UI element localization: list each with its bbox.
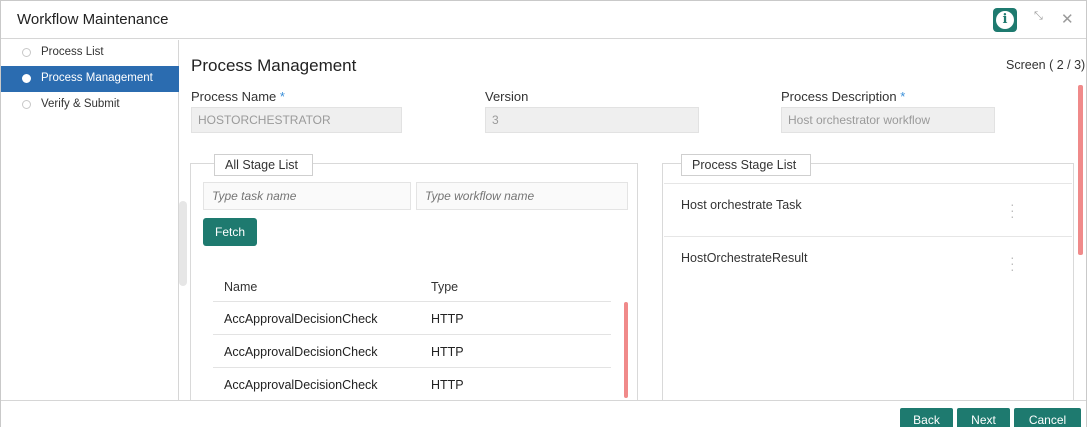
sidebar-item-process-management[interactable]: Process Management [1, 66, 179, 92]
main-content: Process Management Screen ( 2 / 3) Proce… [180, 40, 1086, 400]
list-item[interactable]: HostOrchestrateResult · · · [664, 236, 1072, 288]
row-type: HTTP [431, 312, 464, 326]
table-scrollbar[interactable] [624, 302, 628, 398]
step-dot-icon [22, 100, 31, 109]
row-name: AccApprovalDecisionCheck [224, 345, 378, 359]
all-stage-list-panel: All Stage List Fetch Name Type AccApprov… [190, 154, 638, 400]
row-name: AccApprovalDecisionCheck [224, 312, 378, 326]
info-icon-glyph: i [996, 11, 1014, 29]
footer: Back Next Cancel [1, 400, 1086, 427]
all-stage-list-legend: All Stage List [214, 154, 313, 176]
table-row[interactable]: AccApprovalDecisionCheck HTTP [213, 334, 611, 367]
row-name: AccApprovalDecisionCheck [224, 378, 378, 392]
sidebar-item-verify-submit[interactable]: Verify & Submit [1, 92, 179, 118]
screen-indicator: Screen ( 2 / 3) [1006, 58, 1086, 72]
row-type: HTTP [431, 378, 464, 392]
workflow-maintenance-window: Workflow Maintenance i ⤡ ✕ Process List … [0, 0, 1087, 427]
sidebar-item-label: Process List [41, 46, 104, 58]
title-bar: Workflow Maintenance i ⤡ ✕ [1, 1, 1086, 39]
fetch-button[interactable]: Fetch [203, 218, 257, 246]
column-header-type: Type [431, 280, 459, 294]
close-icon[interactable]: ✕ [1061, 10, 1074, 28]
kebab-menu-icon[interactable]: · · · [1010, 197, 1015, 223]
info-icon[interactable]: i [993, 8, 1017, 32]
required-marker: * [279, 89, 285, 104]
sidebar-item-label: Verify & Submit [41, 98, 120, 110]
process-stage-list-legend: Process Stage List [681, 154, 812, 176]
minimize-icon[interactable]: ⤡ [1034, 10, 1043, 23]
page-scrollbar[interactable] [1078, 85, 1083, 255]
process-description-label-text: Process Description [781, 89, 897, 104]
list-item[interactable]: Host orchestrate Task · · · [664, 183, 1072, 235]
process-name-label-text: Process Name [191, 89, 277, 104]
process-name-label: Process Name * [191, 89, 285, 104]
back-button[interactable]: Back [900, 408, 953, 427]
sidebar-item-label: Process Management [41, 72, 153, 84]
process-name-field[interactable] [191, 107, 402, 133]
sidebar-item-process-list[interactable]: Process List [1, 40, 179, 66]
process-description-field[interactable] [781, 107, 995, 133]
process-description-label: Process Description * [781, 89, 905, 104]
task-name-input[interactable] [203, 182, 411, 210]
step-dot-icon [22, 74, 31, 83]
cancel-button[interactable]: Cancel [1014, 408, 1081, 427]
version-field[interactable] [485, 107, 699, 133]
step-dot-icon [22, 48, 31, 57]
kebab-menu-icon[interactable]: · · · [1010, 250, 1015, 276]
stage-name: HostOrchestrateResult [681, 251, 808, 265]
stage-name: Host orchestrate Task [681, 198, 802, 212]
version-label: Version [485, 89, 529, 104]
window-title: Workflow Maintenance [17, 11, 169, 28]
process-stage-list-panel: Process Stage List Host orchestrate Task… [662, 154, 1074, 400]
table-row[interactable]: AccApprovalDecisionCheck HTTP [213, 301, 611, 334]
required-marker: * [900, 89, 906, 104]
sidebar: Process List Process Management Verify &… [1, 40, 179, 400]
table-row[interactable]: AccApprovalDecisionCheck HTTP [213, 367, 611, 400]
page-title: Process Management [191, 56, 357, 75]
workflow-name-input[interactable] [416, 182, 628, 210]
column-header-name: Name [224, 280, 258, 294]
row-type: HTTP [431, 345, 464, 359]
next-button[interactable]: Next [957, 408, 1010, 427]
